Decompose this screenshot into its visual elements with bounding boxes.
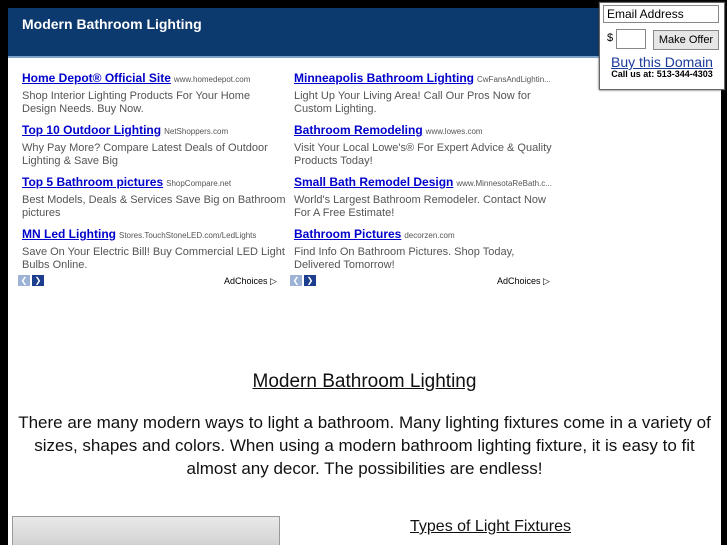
ad-description: Why Pay More? Compare Latest Deals of Ou… [22,142,268,167]
call-us-text: Call us at: 513-344-4303 [611,69,713,79]
ad-description: Shop Interior Lighting Products For Your… [22,90,251,115]
adchoices-link[interactable]: AdChoices ▷ [497,276,550,287]
bathroom-photo [12,516,280,545]
ad-url[interactable]: CwFansAndLightin... [477,75,551,84]
chevron-left-icon[interactable]: ❮ [18,275,30,286]
ad-item[interactable]: Top 5 Bathroom pictures ShopCompare.net B… [22,173,287,220]
ad-title-link[interactable]: Minneapolis Bathroom Lighting [294,71,474,85]
ad-item[interactable]: Bathroom Pictures decorzen.com Find Info … [294,225,559,272]
ad-nav-right: ❮ ❯ [290,275,316,286]
article-paragraph: There are many modern ways to light a ba… [18,413,711,478]
email-field[interactable] [603,5,719,23]
ad-nav-left: ❮ ❯ [18,275,44,286]
ad-description: World's Largest Bathroom Remodeler. Cont… [294,194,546,219]
buy-domain-link[interactable]: Buy this Domain [600,54,724,70]
ad-description: Find Info On Bathroom Pictures. Shop Tod… [294,246,515,271]
ad-url[interactable]: ShopCompare.net [166,179,231,188]
section-heading: Types of Light Fixtures [410,518,571,535]
ad-title-link[interactable]: Home Depot® Official Site [22,71,171,85]
ad-url[interactable]: www.MinnesotaReBath.c... [456,179,552,188]
ad-description: Save On Your Electric Bill! Buy Commerci… [22,246,285,271]
ad-item[interactable]: MN Led Lighting Stores.TouchStoneLED.com/… [22,225,287,272]
ad-title-link[interactable]: Top 5 Bathroom pictures [22,175,163,189]
adchoices-link[interactable]: AdChoices ▷ [224,276,277,287]
ad-description: Best Models, Deals & Services Save Big o… [22,194,286,219]
ad-title-link[interactable]: Bathroom Pictures [294,227,401,241]
site-title: Modern Bathroom Lighting [22,16,202,32]
chevron-right-icon[interactable]: ❯ [32,275,44,286]
ad-item[interactable]: Small Bath Remodel Design www.MinnesotaRe… [294,173,559,220]
ad-description: Visit Your Local Lowe's® For Expert Advi… [294,142,552,167]
ad-item[interactable]: Top 10 Outdoor Lighting NetShoppers.com W… [22,121,287,168]
ad-url[interactable]: NetShoppers.com [164,127,228,136]
ad-url[interactable]: Stores.TouchStoneLED.com/LedLights [119,231,256,240]
ad-title-link[interactable]: Small Bath Remodel Design [294,175,453,189]
make-offer-button[interactable]: Make Offer [653,30,719,50]
ad-item[interactable]: Bathroom Remodeling www.lowes.com Visit Y… [294,121,559,168]
chevron-right-icon[interactable]: ❯ [304,275,316,286]
ad-url[interactable]: decorzen.com [404,231,454,240]
chevron-left-icon[interactable]: ❮ [290,275,302,286]
ad-description: Light Up Your Living Area! Call Our Pros… [294,90,531,115]
ad-item[interactable]: Minneapolis Bathroom Lighting CwFansAndLi… [294,69,559,116]
ad-title-link[interactable]: Top 10 Outdoor Lighting [22,123,161,137]
offer-amount-field[interactable] [616,29,646,49]
article-heading: Modern Bathroom Lighting [252,371,477,392]
currency-label: $ [607,32,614,44]
ad-url[interactable]: www.homedepot.com [174,75,250,84]
ad-title-link[interactable]: Bathroom Remodeling [294,123,423,137]
ad-item[interactable]: Home Depot® Official Site www.homedepot.c… [22,69,287,116]
ad-url[interactable]: www.lowes.com [426,127,483,136]
domain-offer-box: $ Make Offer Buy this Domain Call us at:… [599,2,725,90]
ad-title-link[interactable]: MN Led Lighting [22,227,116,241]
